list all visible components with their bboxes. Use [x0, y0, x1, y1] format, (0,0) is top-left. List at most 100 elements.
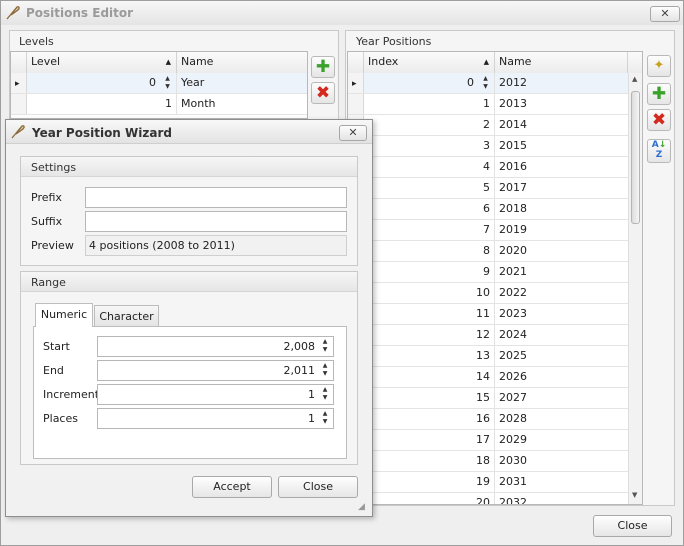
spin-up-icon[interactable]: ▲ [323, 338, 328, 345]
table-row[interactable]: 15 2027 [348, 388, 628, 409]
table-row[interactable]: ▸ 0 ▲ ▼ Year [11, 73, 307, 94]
name-cell[interactable]: 2025 [495, 346, 628, 366]
name-cell[interactable]: 2019 [495, 220, 628, 240]
index-cell[interactable]: 11 [364, 304, 495, 324]
table-row[interactable]: 10 2022 [348, 283, 628, 304]
index-cell[interactable]: 8 [364, 241, 495, 261]
column-header-index[interactable]: Index ▲ [364, 52, 495, 73]
increment-value[interactable]: 1 [308, 385, 315, 404]
spin-up-icon[interactable]: ▲ [483, 75, 488, 82]
start-spinner[interactable]: ▲ ▼ [320, 338, 330, 355]
name-cell[interactable]: 2014 [495, 115, 628, 135]
table-row[interactable]: 4 2016 [348, 157, 628, 178]
sort-button[interactable]: A↓ Z [647, 139, 671, 163]
end-value[interactable]: 2,011 [284, 361, 316, 380]
table-row[interactable]: 14 2026 [348, 367, 628, 388]
index-cell[interactable]: 0 [364, 73, 495, 93]
spin-down-icon[interactable]: ▼ [483, 83, 488, 90]
end-spinner[interactable]: ▲ ▼ [320, 362, 330, 379]
spin-down-icon[interactable]: ▼ [323, 418, 328, 425]
table-row[interactable]: 11 2023 [348, 304, 628, 325]
start-spin-field[interactable]: 2,008 ▲ ▼ [97, 336, 334, 357]
name-cell[interactable]: Year [177, 73, 307, 93]
name-cell[interactable]: 2027 [495, 388, 628, 408]
spin-down-icon[interactable]: ▼ [323, 394, 328, 401]
table-row[interactable]: 5 2017 [348, 178, 628, 199]
index-cell[interactable]: 19 [364, 472, 495, 492]
name-cell[interactable]: 2017 [495, 178, 628, 198]
table-row[interactable]: 1 Month [11, 94, 307, 115]
table-row[interactable]: 20 2032 [348, 493, 628, 504]
name-cell[interactable]: 2013 [495, 94, 628, 114]
spin-down-icon[interactable]: ▼ [323, 370, 328, 377]
name-cell[interactable]: 2016 [495, 157, 628, 177]
delete-level-button[interactable]: ✖ [311, 82, 335, 104]
table-row[interactable]: 19 2031 [348, 472, 628, 493]
index-cell[interactable]: 7 [364, 220, 495, 240]
index-cell[interactable]: 1 [364, 94, 495, 114]
resize-grip-icon[interactable]: ◢ [358, 502, 365, 512]
index-cell[interactable]: 4 [364, 157, 495, 177]
close-button[interactable]: Close [593, 515, 672, 537]
name-cell[interactable]: 2018 [495, 199, 628, 219]
table-row[interactable]: 18 2030 [348, 451, 628, 472]
index-cell[interactable]: 15 [364, 388, 495, 408]
table-row[interactable]: 13 2025 [348, 346, 628, 367]
index-cell[interactable]: 10 [364, 283, 495, 303]
scrollbar-thumb[interactable] [631, 91, 640, 224]
start-value[interactable]: 2,008 [284, 337, 316, 356]
suffix-input[interactable] [85, 211, 347, 232]
index-cell[interactable]: 17 [364, 430, 495, 450]
spin-up-icon[interactable]: ▲ [323, 362, 328, 369]
index-cell[interactable]: 16 [364, 409, 495, 429]
index-cell[interactable]: 5 [364, 178, 495, 198]
spin-down-icon[interactable]: ▼ [165, 83, 170, 90]
spin-down-icon[interactable]: ▼ [323, 346, 328, 353]
table-row[interactable]: 6 2018 [348, 199, 628, 220]
table-row[interactable]: 17 2029 [348, 430, 628, 451]
wizard-close-icon-button[interactable]: ✕ [339, 125, 367, 141]
window-close-button[interactable]: ✕ [650, 6, 680, 22]
index-spinner[interactable]: ▲ ▼ [481, 75, 490, 91]
index-cell[interactable]: 9 [364, 262, 495, 282]
index-cell[interactable]: 13 [364, 346, 495, 366]
name-cell[interactable]: 2023 [495, 304, 628, 324]
name-cell[interactable]: 2031 [495, 472, 628, 492]
places-value[interactable]: 1 [308, 409, 315, 428]
scroll-up-icon[interactable]: ▲ [632, 75, 637, 83]
places-spinner[interactable]: ▲ ▼ [320, 410, 330, 427]
table-row[interactable]: 3 2015 [348, 136, 628, 157]
name-cell[interactable]: 2022 [495, 283, 628, 303]
name-cell[interactable]: 2026 [495, 367, 628, 387]
tab-numeric[interactable]: Numeric [35, 303, 93, 327]
wizard-button[interactable]: ✦ [647, 55, 671, 77]
name-cell[interactable]: 2030 [495, 451, 628, 471]
index-cell[interactable]: 20 [364, 493, 495, 504]
index-cell[interactable]: 14 [364, 367, 495, 387]
places-spin-field[interactable]: 1 ▲ ▼ [97, 408, 334, 429]
column-header-name[interactable]: Name [495, 52, 628, 73]
prefix-input[interactable] [85, 187, 347, 208]
table-row[interactable]: ▸ 0 ▲ ▼ 2012 [348, 73, 628, 94]
table-row[interactable]: 9 2021 [348, 262, 628, 283]
scroll-down-icon[interactable]: ▼ [632, 491, 637, 499]
index-cell[interactable]: 18 [364, 451, 495, 471]
spin-up-icon[interactable]: ▲ [323, 386, 328, 393]
table-row[interactable]: 2 2014 [348, 115, 628, 136]
table-row[interactable]: 8 2020 [348, 241, 628, 262]
tab-character[interactable]: Character [94, 305, 159, 328]
table-row[interactable]: 7 2019 [348, 220, 628, 241]
name-cell[interactable]: 2015 [495, 136, 628, 156]
wizard-close-button[interactable]: Close [278, 476, 358, 498]
column-header-name[interactable]: Name [177, 52, 307, 73]
level-cell[interactable]: 1 [27, 94, 177, 114]
name-cell[interactable]: 2029 [495, 430, 628, 450]
end-spin-field[interactable]: 2,011 ▲ ▼ [97, 360, 334, 381]
name-cell[interactable]: 2032 [495, 493, 628, 504]
vertical-scrollbar[interactable]: ▲ ▼ [628, 73, 642, 504]
spin-up-icon[interactable]: ▲ [165, 75, 170, 82]
name-cell[interactable]: 2012 [495, 73, 628, 93]
table-row[interactable]: 16 2028 [348, 409, 628, 430]
name-cell[interactable]: 2020 [495, 241, 628, 261]
increment-spin-field[interactable]: 1 ▲ ▼ [97, 384, 334, 405]
